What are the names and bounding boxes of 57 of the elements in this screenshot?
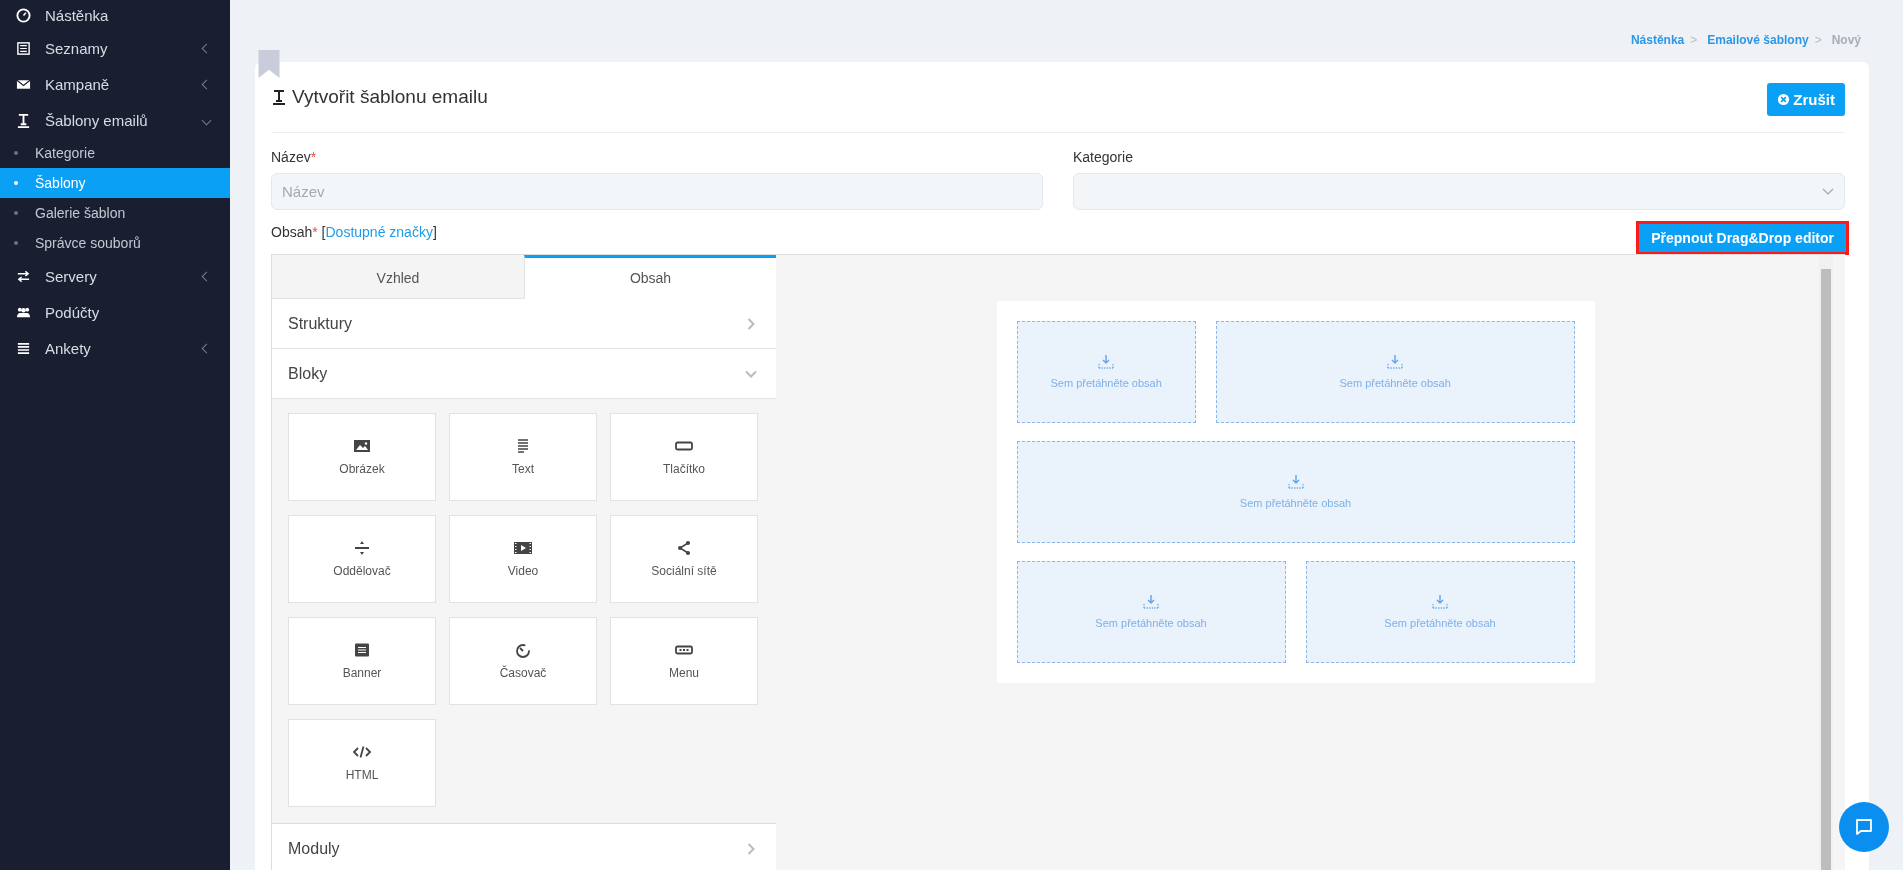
name-field[interactable]: Název <box>271 173 1043 210</box>
gauge-icon <box>16 7 31 23</box>
download-icon <box>1286 475 1305 489</box>
list-icon <box>16 40 31 56</box>
block-tile[interactable]: Text <box>449 413 597 501</box>
chat-button[interactable] <box>1839 802 1889 852</box>
field-label: Kategorie <box>1073 149 1134 165</box>
arrows-icon <box>16 268 31 284</box>
editor-tab[interactable]: Obsah <box>524 255 776 299</box>
text-icon <box>16 112 31 128</box>
field-label: Název* <box>271 149 318 165</box>
block-tile[interactable]: Oddělovač <box>288 515 436 603</box>
download-icon <box>1097 355 1116 369</box>
category-dropdown[interactable] <box>1073 173 1845 210</box>
sidebar-item[interactable]: Kampaně <box>0 66 230 102</box>
block-tile[interactable]: HTML <box>288 719 436 807</box>
section-title: Moduly <box>288 839 340 858</box>
lines-icon <box>16 340 31 356</box>
breadcrumb-current: Nový <box>1831 33 1861 47</box>
sidebar-item[interactable]: Servery <box>0 258 230 294</box>
block-tile[interactable]: Video <box>449 515 597 603</box>
image-icon <box>352 438 372 454</box>
editor-tab[interactable]: Vzhled <box>272 255 524 299</box>
block-tile[interactable]: Menu <box>610 617 758 705</box>
block-tile[interactable]: Tlačítko <box>610 413 758 501</box>
sidebar-item[interactable]: Seznamy <box>0 30 230 66</box>
film-icon <box>513 540 533 556</box>
sidebar-subitem[interactable]: Galerie šablon <box>0 198 230 228</box>
section-title: Struktury <box>288 314 352 333</box>
block-tile[interactable]: Obrázek <box>288 413 436 501</box>
sidebar-item[interactable]: Šablony emailů <box>0 102 230 138</box>
sidebar-item[interactable]: Ankety <box>0 330 230 366</box>
sidebar-item[interactable]: Podúčty <box>0 294 230 330</box>
banner-icon <box>352 642 372 658</box>
breadcrumb-separator: > <box>1690 33 1698 47</box>
download-icon <box>1431 595 1449 609</box>
sidebar-item[interactable]: Nástěnka <box>0 0 230 30</box>
page-title: Vytvořit šablonu emailu <box>271 86 488 108</box>
close-icon <box>1777 92 1791 106</box>
block-tile[interactable]: Časovač <box>449 617 597 705</box>
code-icon <box>352 744 372 760</box>
sidebar-subitem[interactable]: Kategorie <box>0 138 230 168</box>
download-icon <box>1386 355 1405 369</box>
timer-icon <box>513 642 533 658</box>
download-icon <box>1142 595 1160 609</box>
block-tile[interactable]: Sociální sítě <box>610 515 758 603</box>
block-tile[interactable]: Banner <box>288 617 436 705</box>
section-title: Bloky <box>288 364 328 383</box>
breadcrumb-separator: > <box>1814 33 1822 47</box>
bookmark-icon <box>258 50 280 78</box>
text-icon <box>271 89 287 105</box>
sidebar-subitem[interactable]: Správce souborů <box>0 228 230 258</box>
scrollbar[interactable] <box>1819 255 1833 870</box>
content-label: Obsah* [Dostupné značky] <box>271 224 437 240</box>
chat-icon <box>1854 817 1874 837</box>
divide-icon <box>352 540 372 556</box>
chevron-down-icon <box>1822 187 1834 196</box>
